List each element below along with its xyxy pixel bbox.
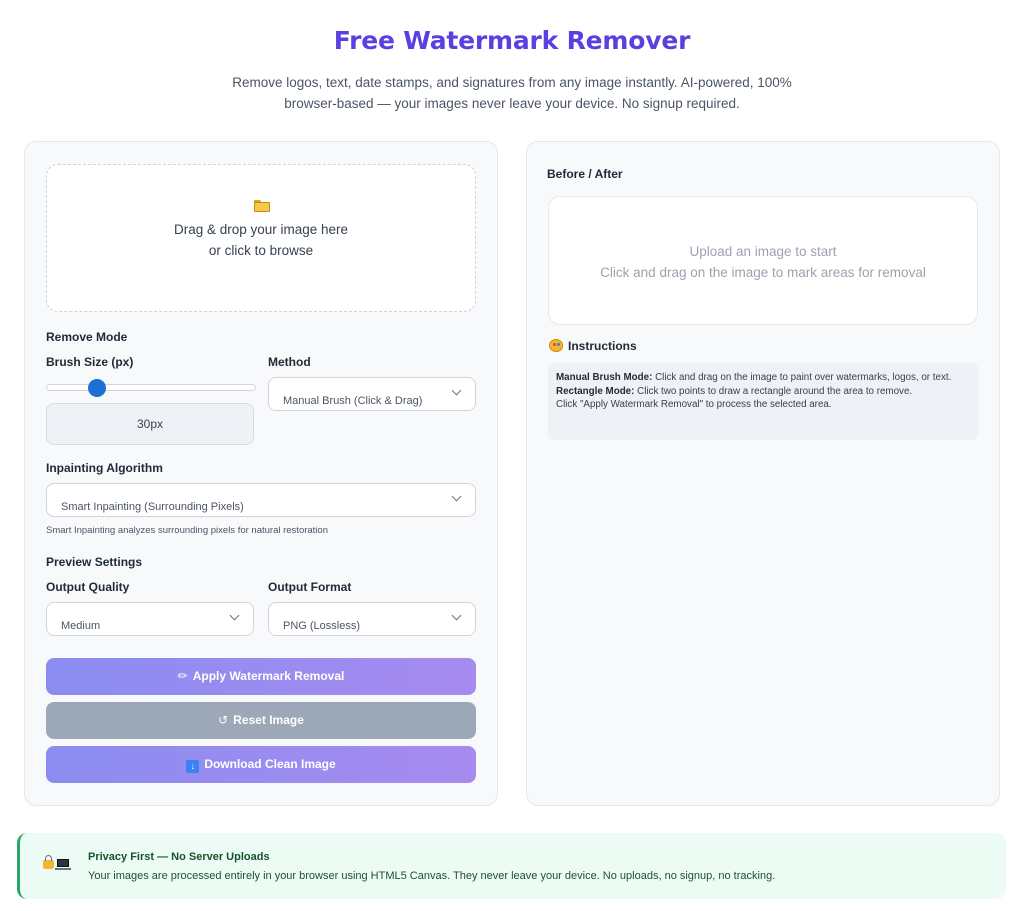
reset-button-label: Reset Image <box>233 713 304 727</box>
output-quality-value: Medium <box>61 620 101 632</box>
chevron-down-icon <box>229 610 240 621</box>
brush-size-slider[interactable] <box>46 378 256 400</box>
output-quality-select[interactable]: Medium <box>46 602 254 636</box>
before-after-label: Before / After <box>547 167 623 181</box>
chevron-down-icon <box>451 385 462 396</box>
method-select[interactable]: Manual Brush (Click & Drag) <box>268 377 476 411</box>
instruction-rectangle: Rectangle Mode: Click two points to draw… <box>556 385 913 397</box>
download-icon: ↓ <box>186 760 200 773</box>
privacy-notice: Privacy First — No Server Uploads Your i… <box>17 833 1006 899</box>
folder-icon <box>254 200 270 212</box>
chevron-down-icon <box>451 610 462 621</box>
brush-size-readout: 30px <box>46 403 254 445</box>
output-format-value: PNG (Lossless) <box>283 620 361 632</box>
page-title: Free Watermark Remover <box>333 26 691 55</box>
page-subtitle: Remove logos, text, date stamps, and sig… <box>232 75 792 111</box>
download-clean-image-button[interactable]: ↓ Download Clean Image <box>46 746 476 783</box>
method-select-value: Manual Brush (Click & Drag) <box>283 395 423 407</box>
laptop-icon <box>55 859 71 870</box>
output-format-select[interactable]: PNG (Lossless) <box>268 602 476 636</box>
preview-placeholder-hint: Click and drag on the image to mark area… <box>600 265 926 280</box>
chevron-down-icon <box>451 491 462 502</box>
instruction-apply: Click "Apply Watermark Removal" to proce… <box>556 399 832 410</box>
instructions-box: Manual Brush Mode: Click and drag on the… <box>548 363 978 440</box>
remove-mode-label: Remove Mode <box>46 330 128 344</box>
slider-track <box>46 384 256 391</box>
dropzone-text: Drag & drop your image here <box>173 222 349 237</box>
output-format-label: Output Format <box>268 580 352 594</box>
algorithm-select-value: Smart Inpainting (Surrounding Pixels) <box>61 501 244 513</box>
privacy-title: Privacy First — No Server Uploads <box>88 851 270 863</box>
instructions-heading: Instructions <box>549 339 637 353</box>
privacy-icons <box>43 855 73 873</box>
algorithm-hint: Smart Inpainting analyzes surrounding pi… <box>46 525 328 536</box>
algorithm-label: Inpainting Algorithm <box>46 461 163 475</box>
reset-image-button[interactable]: ↺ Reset Image <box>46 702 476 739</box>
lock-icon <box>43 855 54 869</box>
method-label: Method <box>268 355 311 369</box>
slider-thumb[interactable] <box>88 379 106 397</box>
apply-watermark-removal-button[interactable]: ✏ Apply Watermark Removal <box>46 658 476 695</box>
refresh-icon: ↺ <box>218 713 229 727</box>
controls-panel: Drag & drop your image here or click to … <box>24 141 498 806</box>
dropzone-subtext: or click to browse <box>208 243 314 258</box>
image-dropzone[interactable]: Drag & drop your image here or click to … <box>46 164 476 312</box>
brush-size-label: Brush Size (px) <box>46 355 134 369</box>
download-button-label: Download Clean Image <box>204 757 336 771</box>
apply-button-label: Apply Watermark Removal <box>192 669 345 683</box>
image-preview-canvas[interactable]: Upload an image to start Click and drag … <box>548 196 978 325</box>
preview-settings-label: Preview Settings <box>46 555 143 569</box>
privacy-text: Your images are processed entirely in yo… <box>88 870 776 882</box>
algorithm-select[interactable]: Smart Inpainting (Surrounding Pixels) <box>46 483 476 517</box>
preview-panel: Before / After Upload an image to start … <box>526 141 1000 806</box>
pencil-icon: ✏ <box>177 669 188 683</box>
instruction-manual: Manual Brush Mode: Click and drag on the… <box>556 372 952 383</box>
preview-placeholder-title: Upload an image to start <box>689 244 837 259</box>
palette-icon <box>549 339 563 352</box>
output-quality-label: Output Quality <box>46 580 130 594</box>
